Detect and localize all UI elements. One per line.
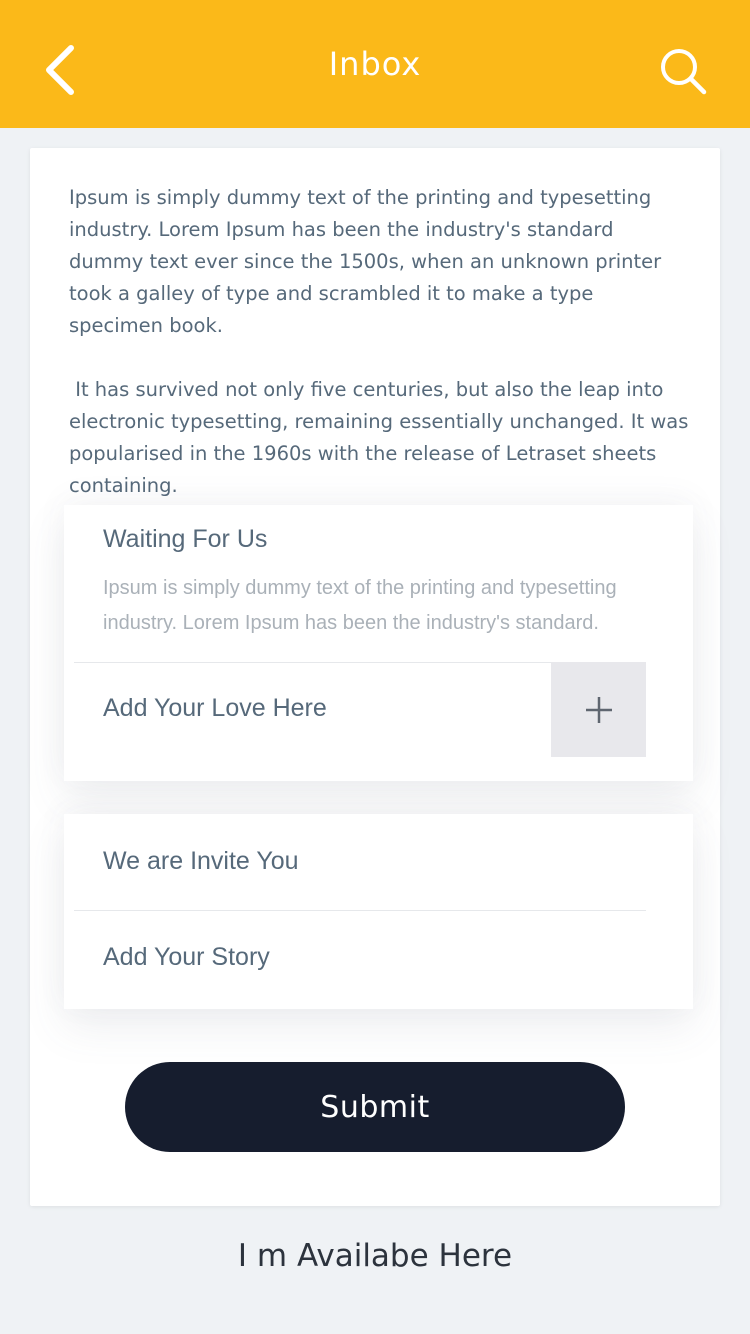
intro-paragraph-1: Ipsum is simply dummy text of the printi… (69, 186, 662, 337)
back-button[interactable] (36, 44, 84, 96)
invite-panel: We are Invite You Add Your Story (64, 814, 693, 1009)
chevron-left-icon (46, 45, 74, 95)
waiting-description: Ipsum is simply dummy text of the printi… (103, 577, 617, 634)
add-love-button[interactable] (551, 662, 646, 757)
divider (74, 910, 646, 911)
footer-text: I m Availabe Here (237, 1238, 513, 1274)
intro-paragraph-2: It has survived not only five centuries,… (69, 378, 695, 497)
content-card: Ipsum is simply dummy text of the printi… (30, 148, 720, 1206)
page-title: Inbox (328, 45, 422, 83)
invite-heading: We are Invite You (103, 847, 299, 875)
waiting-panel: Waiting For Us Ipsum is simply dummy tex… (64, 505, 693, 781)
waiting-heading: Waiting For Us (103, 525, 268, 553)
add-love-label[interactable]: Add Your Love Here (103, 694, 327, 723)
search-icon (661, 49, 707, 95)
plus-icon (585, 696, 612, 723)
add-story-label[interactable]: Add Your Story (103, 943, 270, 972)
search-button[interactable] (656, 44, 710, 98)
app-header: Inbox (0, 0, 750, 128)
intro-text: Ipsum is simply dummy text of the printi… (69, 182, 689, 502)
submit-button[interactable]: Submit (125, 1062, 625, 1152)
